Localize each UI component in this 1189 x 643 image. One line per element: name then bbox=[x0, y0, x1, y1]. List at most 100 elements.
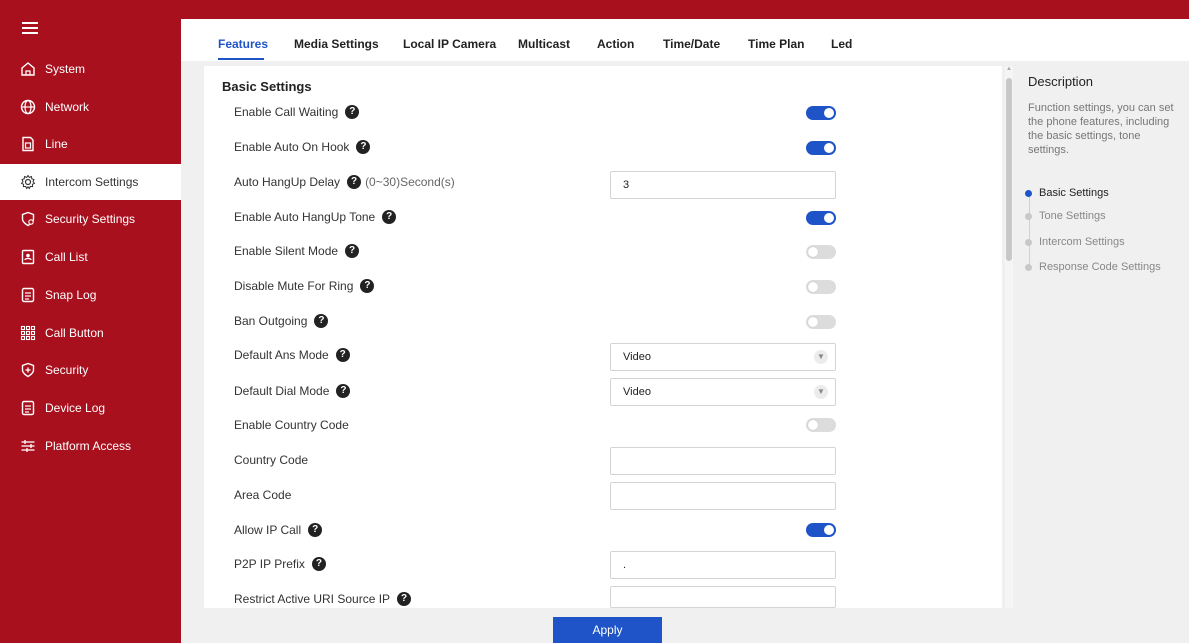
tab-time-date[interactable]: Time/Date bbox=[663, 37, 720, 51]
sidebar-item-label: Call Button bbox=[45, 326, 104, 340]
tab-local-ip-camera[interactable]: Local IP Camera bbox=[403, 37, 496, 51]
help-icon[interactable]: ? bbox=[335, 348, 350, 362]
sidebar-item-label: Network bbox=[45, 100, 90, 114]
field-hint: (0~30)Second(s) bbox=[365, 175, 455, 189]
anchor-response-code-settings[interactable]: Response Code Settings bbox=[1025, 261, 1161, 273]
sidebar-item-label: System bbox=[45, 62, 86, 76]
enable-country-code-toggle[interactable] bbox=[806, 418, 836, 432]
help-icon[interactable]: ? bbox=[347, 175, 362, 189]
field-label: Default Dial Mode? bbox=[234, 384, 351, 398]
sidebar-item-call-button[interactable]: Call Button bbox=[0, 315, 181, 351]
field-label: Restrict Active URI Source IP? bbox=[234, 592, 412, 606]
help-icon[interactable]: ? bbox=[356, 140, 371, 154]
header-bar bbox=[181, 0, 1189, 19]
enable-call-waiting-toggle[interactable] bbox=[806, 106, 836, 120]
field-label: Auto HangUp Delay? (0~30)Second(s) bbox=[234, 175, 455, 189]
help-icon[interactable]: ? bbox=[360, 279, 375, 293]
anchor-track bbox=[1029, 194, 1030, 268]
default-dial-mode-select[interactable]: Video ▼ bbox=[610, 378, 836, 406]
field-label: Area Code bbox=[234, 488, 292, 502]
description-text: Function settings, you can set the phone… bbox=[1028, 102, 1174, 156]
shield-plus-icon bbox=[20, 362, 36, 378]
scrollbar-thumb[interactable] bbox=[1006, 78, 1012, 261]
apply-button[interactable]: Apply bbox=[553, 617, 662, 643]
sliders-icon bbox=[20, 438, 36, 454]
sidebar-item-security[interactable]: Security bbox=[0, 352, 181, 388]
tab-media-settings[interactable]: Media Settings bbox=[294, 37, 379, 51]
chevron-down-icon: ▼ bbox=[814, 385, 828, 399]
sidebar-item-call-list[interactable]: Call List bbox=[0, 239, 181, 275]
home-icon bbox=[20, 61, 36, 77]
scroll-up-icon[interactable]: ▲ bbox=[1006, 66, 1012, 72]
section-title: Basic Settings bbox=[222, 79, 312, 94]
menu-toggle-icon[interactable] bbox=[22, 22, 38, 36]
chevron-down-icon: ▼ bbox=[814, 350, 828, 364]
field-label: Enable Auto HangUp Tone? bbox=[234, 210, 397, 224]
restrict-uri-source-ip-input[interactable] bbox=[610, 586, 836, 608]
sidebar-item-device-log[interactable]: Device Log bbox=[0, 390, 181, 426]
gear-icon bbox=[20, 174, 36, 190]
tab-multicast[interactable]: Multicast bbox=[518, 37, 570, 51]
help-icon[interactable]: ? bbox=[345, 244, 360, 258]
help-icon[interactable]: ? bbox=[345, 105, 360, 119]
tab-time-plan[interactable]: Time Plan bbox=[748, 37, 804, 51]
sidebar-item-network[interactable]: Network bbox=[0, 89, 181, 125]
sidebar-item-system[interactable]: System bbox=[0, 51, 181, 87]
sim-icon bbox=[20, 136, 36, 152]
field-label: Default Ans Mode? bbox=[234, 348, 350, 362]
field-label: Enable Auto On Hook? bbox=[234, 140, 371, 154]
sidebar-item-label: Intercom Settings bbox=[45, 175, 139, 189]
sidebar-item-label: Platform Access bbox=[45, 439, 132, 453]
enable-auto-on-hook-toggle[interactable] bbox=[806, 141, 836, 155]
p2p-ip-prefix-input[interactable]: . bbox=[610, 551, 836, 579]
field-label: Disable Mute For Ring? bbox=[234, 279, 375, 293]
anchor-basic-settings[interactable]: Basic Settings bbox=[1025, 187, 1109, 199]
anchor-intercom-settings[interactable]: Intercom Settings bbox=[1025, 236, 1125, 248]
country-code-input[interactable] bbox=[610, 447, 836, 475]
sidebar-item-snap-log[interactable]: Snap Log bbox=[0, 277, 181, 313]
help-icon[interactable]: ? bbox=[397, 592, 412, 606]
auto-hangup-delay-input[interactable]: 3 bbox=[610, 171, 836, 199]
field-label: Enable Country Code bbox=[234, 418, 349, 432]
sidebar-item-platform-access[interactable]: Platform Access bbox=[0, 428, 181, 464]
tab-features[interactable]: Features bbox=[218, 37, 268, 51]
field-label: P2P IP Prefix? bbox=[234, 557, 326, 571]
field-label: Ban Outgoing? bbox=[234, 314, 329, 328]
sidebar-item-label: Line bbox=[45, 137, 68, 151]
sidebar-item-label: Security bbox=[45, 363, 89, 377]
help-icon[interactable]: ? bbox=[314, 314, 329, 328]
field-label: Enable Call Waiting? bbox=[234, 105, 360, 119]
help-icon[interactable]: ? bbox=[311, 557, 326, 571]
field-label: Allow IP Call? bbox=[234, 523, 323, 537]
default-ans-mode-select[interactable]: Video ▼ bbox=[610, 343, 836, 371]
shield-gear-icon bbox=[20, 211, 36, 227]
sidebar-item-line[interactable]: Line bbox=[0, 126, 181, 162]
sidebar-item-label: Security Settings bbox=[45, 212, 136, 226]
disable-mute-for-ring-toggle[interactable] bbox=[806, 280, 836, 294]
description-title: Description bbox=[1028, 74, 1094, 89]
enable-silent-mode-toggle[interactable] bbox=[806, 245, 836, 259]
sidebar-item-label: Snap Log bbox=[45, 288, 97, 302]
anchor-tone-settings[interactable]: Tone Settings bbox=[1025, 210, 1106, 222]
document-icon bbox=[20, 287, 36, 303]
ban-outgoing-toggle[interactable] bbox=[806, 315, 836, 329]
field-label: Country Code bbox=[234, 453, 309, 467]
field-label: Enable Silent Mode? bbox=[234, 244, 360, 258]
tab-action[interactable]: Action bbox=[597, 37, 634, 51]
sidebar-item-intercom-settings[interactable]: Intercom Settings bbox=[0, 164, 181, 200]
sidebar-item-label: Device Log bbox=[45, 401, 106, 415]
allow-ip-call-toggle[interactable] bbox=[806, 523, 836, 537]
globe-icon bbox=[20, 99, 36, 115]
contact-card-icon bbox=[20, 249, 36, 265]
help-icon[interactable]: ? bbox=[382, 210, 397, 224]
active-tab-indicator bbox=[218, 58, 264, 60]
help-icon[interactable]: ? bbox=[336, 384, 351, 398]
sidebar-item-label: Call List bbox=[45, 250, 88, 264]
enable-auto-hangup-tone-toggle[interactable] bbox=[806, 211, 836, 225]
tab-led[interactable]: Led bbox=[831, 37, 852, 51]
area-code-input[interactable] bbox=[610, 482, 836, 510]
help-icon[interactable]: ? bbox=[308, 523, 323, 537]
log-icon bbox=[20, 400, 36, 416]
sidebar-item-security-settings[interactable]: Security Settings bbox=[0, 201, 181, 237]
keypad-icon bbox=[20, 325, 36, 341]
